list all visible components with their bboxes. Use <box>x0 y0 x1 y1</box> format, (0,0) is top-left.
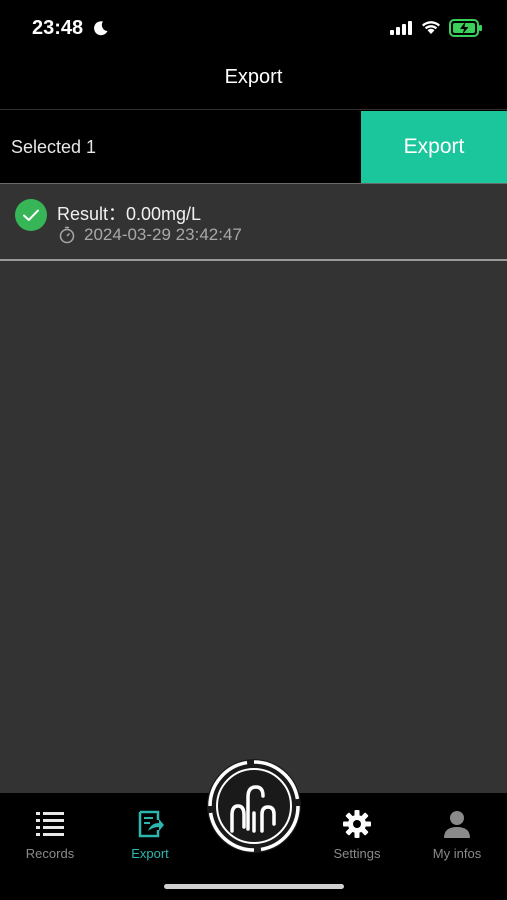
tab-settings[interactable]: Settings <box>307 793 407 873</box>
moon-icon <box>94 21 108 36</box>
check-icon[interactable] <box>15 199 47 231</box>
timer-icon <box>59 226 75 244</box>
page-title: Export <box>224 66 283 88</box>
record-result: Result：0.00mg/L <box>57 204 202 224</box>
status-bar: 23:48 <box>0 0 507 56</box>
tab-records[interactable]: Records <box>0 793 100 873</box>
tab-label: Records <box>25 846 75 861</box>
gear-icon <box>343 810 371 838</box>
list-icon <box>36 812 64 836</box>
tab-label: My infos <box>432 846 482 861</box>
battery-charging-icon <box>449 19 482 37</box>
tab-my-infos[interactable]: My infos <box>407 793 507 873</box>
person-icon <box>444 811 470 838</box>
export-icon <box>138 810 164 838</box>
home-indicator[interactable] <box>164 884 344 889</box>
selection-bar: Selected 1 Export <box>0 111 507 183</box>
records-list: Result：0.00mg/L 2024-03-29 23:42:47 <box>0 183 507 793</box>
status-time: 23:48 <box>32 17 84 39</box>
record-timestamp: 2024-03-29 23:42:47 <box>84 225 242 244</box>
signal-icon <box>390 21 412 35</box>
wifi-icon <box>422 21 440 34</box>
tab-label: Settings <box>333 846 381 861</box>
selected-count-label: Selected 1 <box>11 137 97 157</box>
device-logo-icon <box>208 760 300 852</box>
list-item[interactable]: Result：0.00mg/L 2024-03-29 23:42:47 <box>0 184 507 261</box>
nav-header: Export <box>0 56 507 110</box>
export-button[interactable]: Export <box>361 111 507 183</box>
center-device-button[interactable] <box>207 759 301 853</box>
tab-export[interactable]: Export <box>100 793 200 873</box>
tab-label: Export <box>131 846 169 861</box>
